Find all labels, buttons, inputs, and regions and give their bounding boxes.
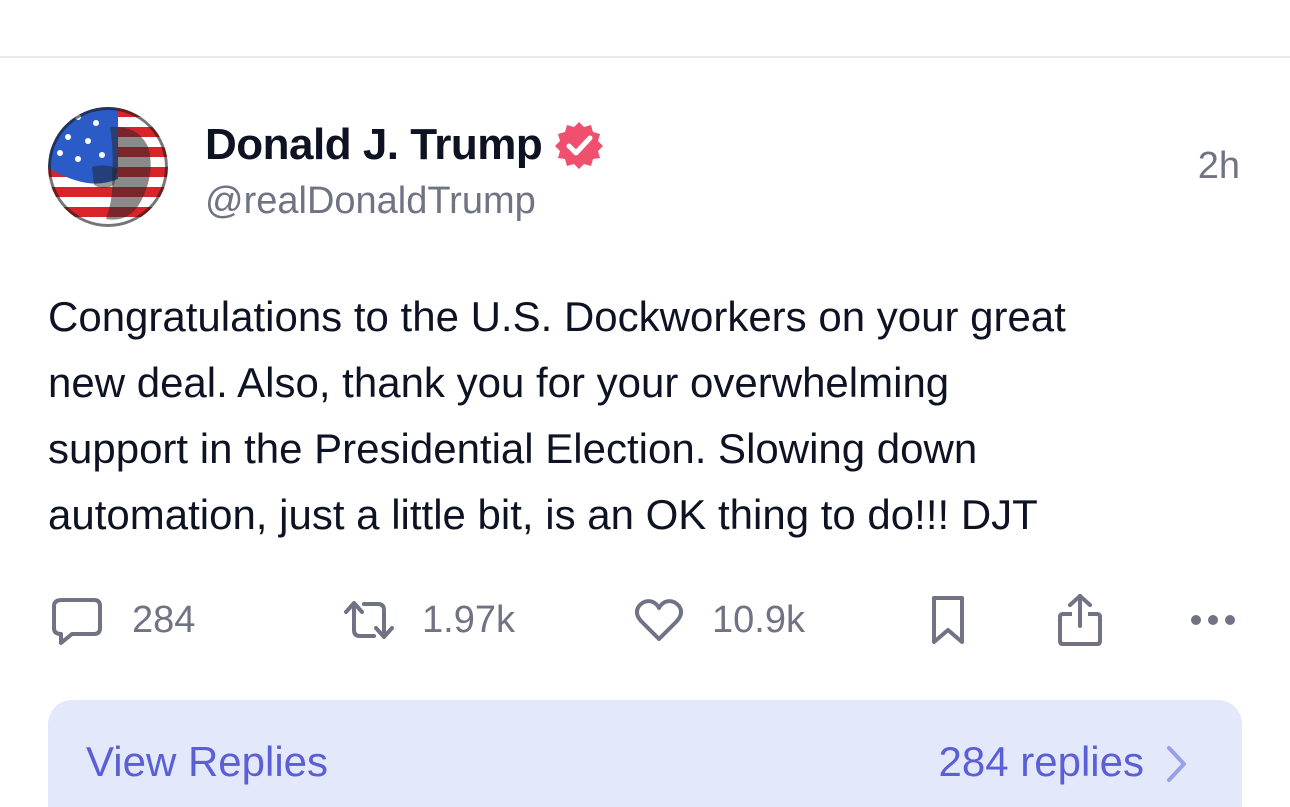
view-replies-label: View Replies [86, 738, 329, 785]
repost-arrows-icon [344, 601, 394, 639]
share-icon [1058, 594, 1102, 646]
post-screen: Donald J. Trump @realDonaldTrump 2h Cong… [0, 0, 1290, 807]
author-avatar[interactable] [48, 107, 168, 227]
post-body: Congratulations to the U.S. Dockworkers … [48, 284, 1248, 548]
replies-count-label: 284 replies [938, 738, 1144, 785]
more-dots-icon [1191, 615, 1235, 625]
post-timestamp[interactable]: 2h [1198, 145, 1240, 188]
like-count: 10.9k [712, 598, 805, 641]
more-options-button[interactable] [1190, 590, 1236, 650]
post-body-line: automation, just a little bit, is an OK … [48, 491, 1038, 538]
repost-count: 1.97k [422, 598, 515, 641]
author-display-name: Donald J. Trump [205, 120, 543, 169]
like-button[interactable]: 10.9k [634, 590, 805, 650]
top-divider [0, 56, 1290, 58]
comment-bubble-icon [52, 598, 102, 645]
author-handle[interactable]: @realDonaldTrump [205, 180, 536, 223]
repost-button[interactable]: 1.97k [340, 590, 515, 650]
heart-icon [634, 599, 684, 641]
post-action-bar: 284 1.97k 10.9k [0, 590, 1290, 650]
share-button[interactable] [1056, 590, 1104, 650]
verified-badge-icon [555, 122, 604, 169]
bookmark-button[interactable] [928, 590, 968, 650]
reply-button[interactable]: 284 [50, 590, 195, 650]
view-replies-bar[interactable]: View Replies 284 replies [48, 700, 1242, 807]
reply-count: 284 [132, 598, 196, 641]
post-body-line: Congratulations to the U.S. Dockworkers … [48, 293, 1066, 340]
author-name-row[interactable]: Donald J. Trump [205, 118, 604, 172]
post-body-line: support in the Presidential Election. Sl… [48, 425, 978, 472]
avatar-image [48, 107, 168, 227]
chevron-right-icon [1167, 746, 1186, 782]
bookmark-icon [932, 596, 964, 644]
post-body-line: new deal. Also, thank you for your overw… [48, 359, 950, 406]
